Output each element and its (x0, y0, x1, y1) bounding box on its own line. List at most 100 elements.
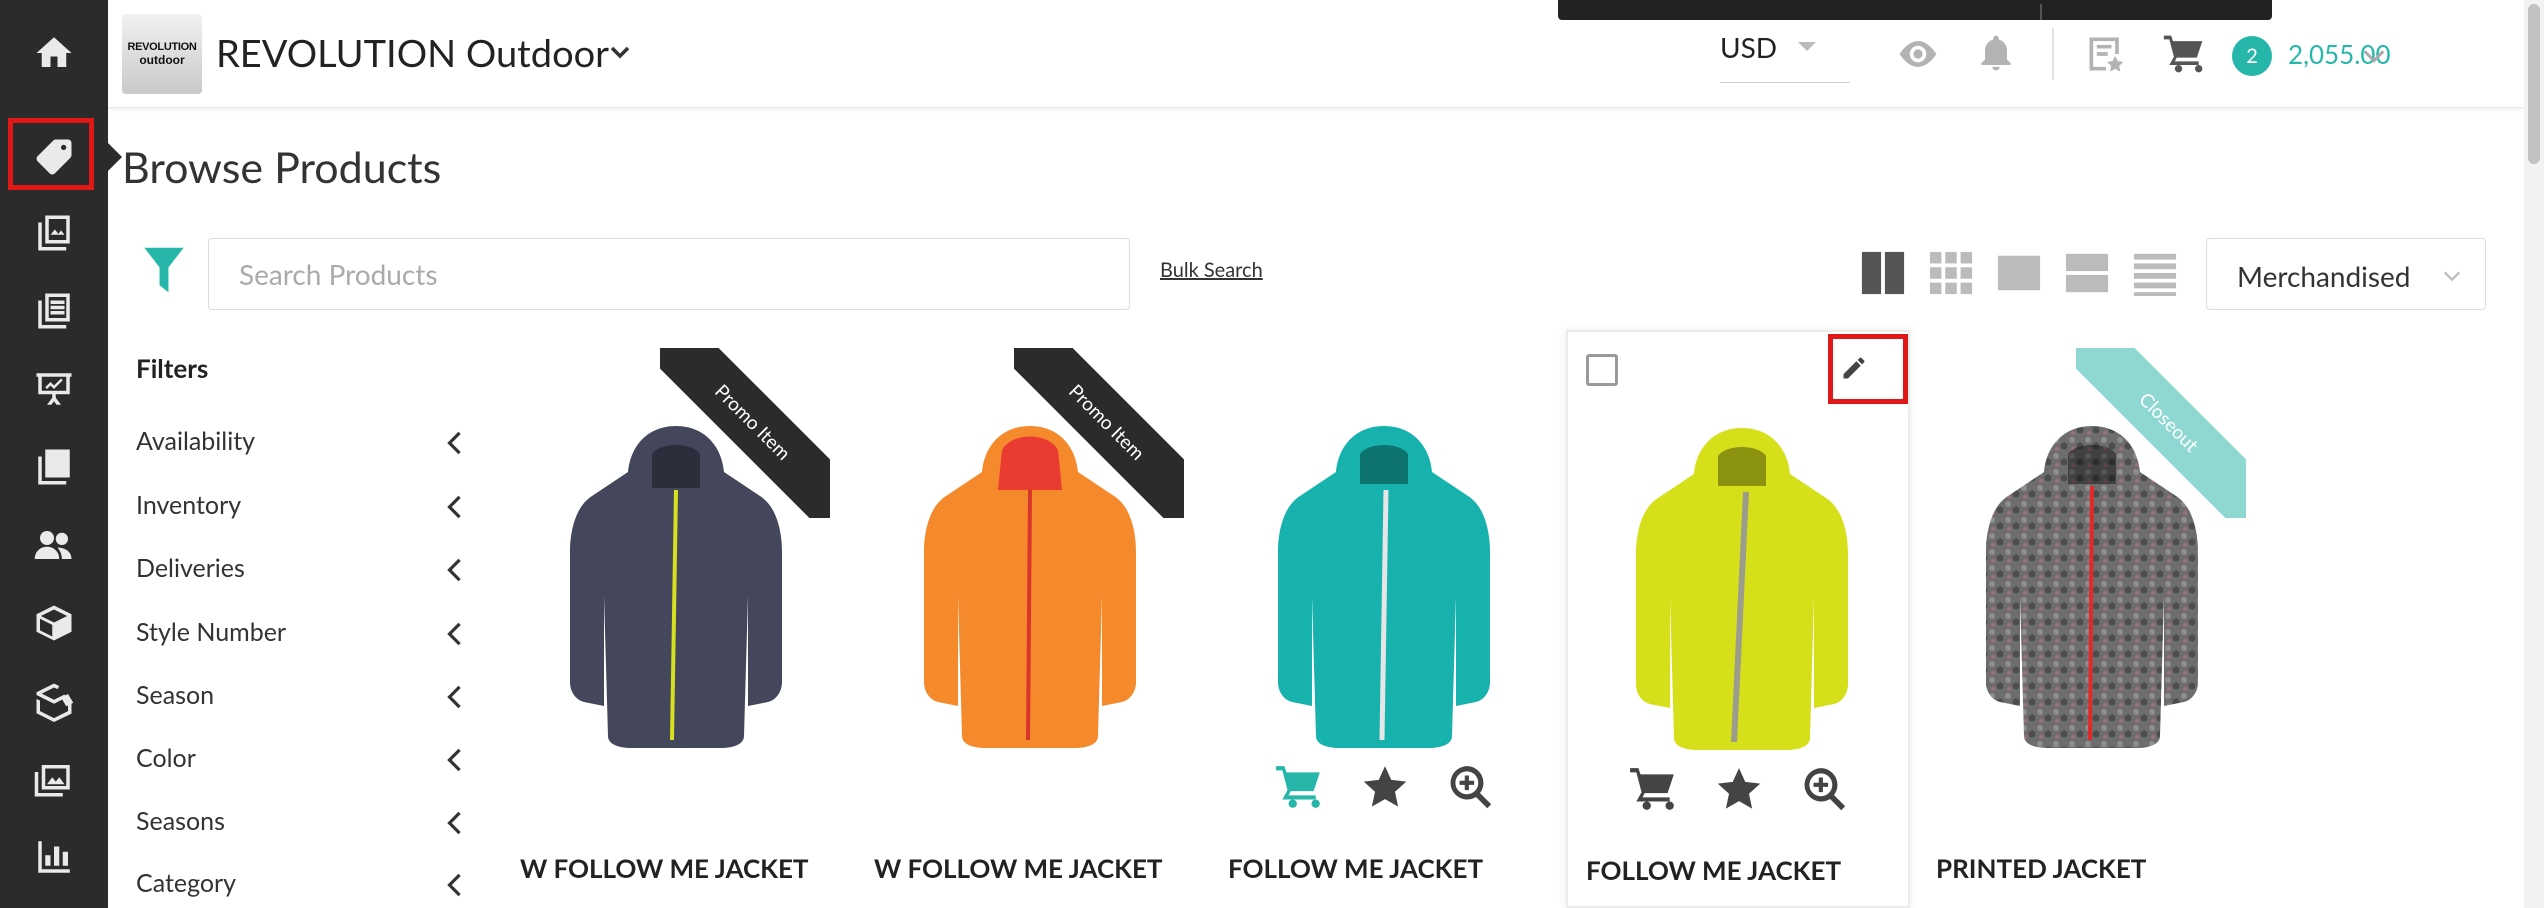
product-card[interactable]: FOLLOW ME JACKET (1566, 330, 1910, 908)
product-image[interactable] (1622, 422, 1862, 752)
filter-icon[interactable] (142, 246, 186, 296)
filter-style-number[interactable]: Style Number (136, 617, 466, 657)
bar-chart-icon (38, 841, 70, 873)
checklist-icon (38, 449, 70, 485)
sidebar-item-reports[interactable] (0, 818, 108, 896)
filter-label: Seasons (136, 806, 225, 836)
filter-label: Style Number (136, 617, 287, 647)
product-card[interactable]: FOLLOW ME JACKET (1210, 330, 1554, 908)
envelope-tag-icon (36, 683, 74, 722)
product-name[interactable]: FOLLOW ME JACKET (1586, 854, 1841, 886)
tag-icon (36, 139, 72, 175)
quick-view-button[interactable] (1446, 762, 1496, 812)
filter-label: Deliveries (136, 553, 245, 583)
chevron-left-icon (447, 622, 461, 646)
view-small-grid-icon[interactable] (1928, 250, 1974, 296)
select-checkbox[interactable] (1586, 354, 1618, 386)
view-rows-icon[interactable] (2064, 250, 2110, 296)
product-name[interactable]: W FOLLOW ME JACKET (874, 852, 1163, 884)
sort-value: Merchandised (2237, 259, 2411, 293)
catalog-icon (38, 215, 70, 251)
notifications-button[interactable] (1974, 32, 2018, 76)
store-name[interactable]: REVOLUTION Outdoor (216, 30, 609, 76)
sidebar-item-inventory[interactable] (0, 584, 108, 662)
quick-view-button[interactable] (1800, 764, 1850, 814)
favorite-button[interactable] (1360, 762, 1410, 812)
product-image[interactable] (1972, 420, 2212, 750)
currency-underline (1720, 82, 1850, 83)
home-icon (36, 37, 72, 67)
filter-deliveries[interactable]: Deliveries (136, 553, 466, 593)
presentation-icon (36, 373, 72, 405)
images-icon (34, 765, 70, 797)
product-image[interactable] (910, 420, 1150, 750)
product-image[interactable] (1264, 420, 1504, 750)
view-single-icon[interactable] (1996, 250, 2042, 296)
cart-icon (1276, 766, 1320, 808)
product-name[interactable]: W FOLLOW ME JACKET (520, 852, 809, 884)
sidebar-item-media[interactable] (0, 740, 108, 818)
product-card[interactable]: Promo Item W FOLLOW ME JACKET (856, 330, 1200, 908)
filter-label: Season (136, 680, 215, 710)
filter-label: Availability (136, 426, 256, 456)
filter-color[interactable]: Color (136, 743, 466, 783)
list-star-icon (2089, 37, 2124, 72)
sidebar-item-home[interactable] (0, 14, 108, 92)
currency-caret-icon (1798, 42, 1816, 51)
bulk-search-link[interactable]: Bulk Search (1160, 258, 1263, 282)
filter-inventory[interactable]: Inventory (136, 490, 466, 530)
main-sidebar (0, 0, 122, 908)
cart-count-badge: 2 (2232, 36, 2272, 76)
edit-button[interactable] (1832, 346, 1876, 390)
wishlist-button[interactable] (2084, 32, 2128, 76)
star-icon (1363, 766, 1407, 807)
filter-category[interactable]: Category (136, 868, 466, 908)
sidebar-item-customers[interactable] (0, 506, 108, 584)
filter-availability[interactable]: Availability (136, 426, 466, 466)
filter-label: Color (136, 743, 196, 773)
star-icon (1717, 768, 1761, 809)
logo-text-line2: outdoor (139, 53, 185, 67)
pencil-icon (1843, 357, 1865, 379)
chevron-down-icon[interactable] (608, 40, 632, 64)
view-large-grid-icon[interactable] (1860, 250, 1906, 296)
preview-button[interactable] (1896, 32, 1940, 76)
chevron-left-icon (447, 558, 461, 582)
chevron-left-icon (447, 431, 461, 455)
add-to-cart-button[interactable] (1274, 762, 1324, 812)
filter-label: Inventory (136, 490, 242, 520)
cart-button[interactable] (2162, 32, 2206, 76)
add-to-cart-button[interactable] (1628, 764, 1678, 814)
sidebar-item-promotions[interactable] (0, 662, 108, 740)
currency-select[interactable]: USD (1720, 30, 1777, 64)
chevron-left-icon (447, 495, 461, 519)
topbar-divider (2052, 28, 2054, 80)
sidebar-item-products[interactable] (0, 118, 122, 196)
sidebar-item-orders[interactable] (0, 428, 108, 506)
chevron-down-icon (2443, 271, 2461, 282)
filter-season[interactable]: Season (136, 680, 466, 720)
product-card[interactable]: Closeout PRINTED JACKET (1918, 330, 2262, 908)
filter-label: Category (136, 868, 237, 898)
filter-seasons[interactable]: Seasons (136, 806, 466, 846)
search-products-input[interactable] (208, 238, 1130, 310)
store-logo[interactable]: REVOLUTION outdoor (122, 14, 202, 94)
favorite-button[interactable] (1714, 764, 1764, 814)
chevron-down-icon[interactable] (2360, 42, 2388, 70)
filters-heading: Filters (136, 352, 209, 384)
chevron-left-icon (447, 873, 461, 897)
sidebar-item-catalogs[interactable] (0, 194, 108, 272)
sidebar-item-presentations[interactable] (0, 350, 108, 428)
product-name[interactable]: FOLLOW ME JACKET (1228, 852, 1483, 884)
product-name[interactable]: PRINTED JACKET (1936, 852, 2146, 884)
notification-strip (1558, 0, 2272, 20)
cart-icon (2163, 35, 2203, 73)
sort-select[interactable]: Merchandised (2206, 238, 2486, 310)
product-card[interactable]: Promo Item W FOLLOW ME JACKET (502, 330, 846, 908)
product-image[interactable] (556, 420, 796, 750)
chevron-left-icon (447, 811, 461, 835)
view-list-icon[interactable] (2132, 250, 2178, 296)
scrollbar-thumb[interactable] (2528, 4, 2540, 164)
sidebar-item-linesheets[interactable] (0, 272, 108, 350)
page-scrollbar[interactable] (2524, 0, 2544, 908)
